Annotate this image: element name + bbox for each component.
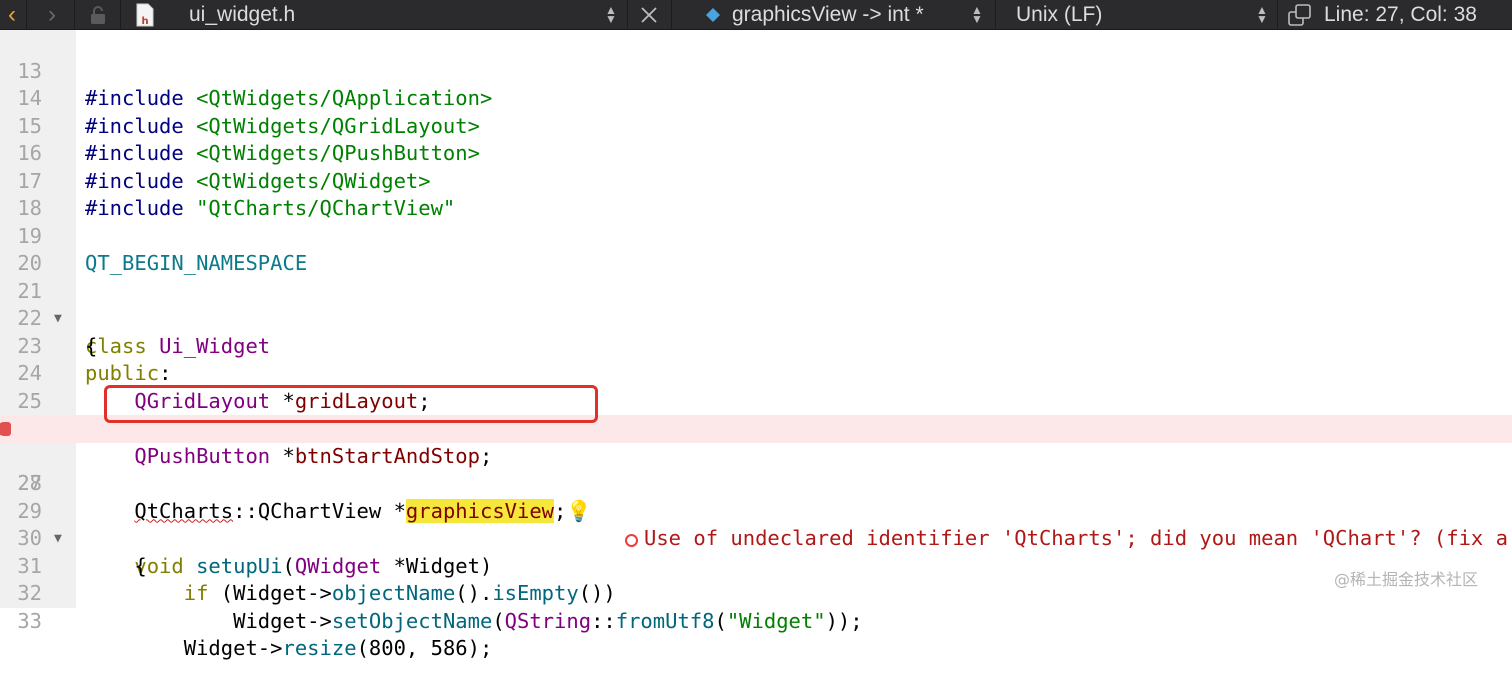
code-line[interactable]: 13 #include <QtWidgets/QApplication> xyxy=(0,30,1512,111)
code-line[interactable]: 18 xyxy=(0,168,1512,220)
code-line[interactable]: 15 #include <QtWidgets/QPushButton> xyxy=(0,85,1512,166)
toolbar-divider xyxy=(26,0,27,30)
code-text: Widget->resize(800, 586); xyxy=(183,636,493,660)
symbol-selector-chevrons-icon[interactable]: ▲ ▼ xyxy=(970,0,984,30)
split-editor-icon[interactable] xyxy=(1287,0,1313,30)
toolbar-divider xyxy=(1277,0,1278,30)
cursor-position[interactable]: Line: 27, Col: 38 xyxy=(1324,0,1477,30)
error-highlight-box xyxy=(104,385,598,423)
code-line[interactable]: 16 #include <QtWidgets/QWidget> xyxy=(0,113,1512,193)
code-line[interactable]: 23 public: xyxy=(0,305,1512,386)
line-endings-selector[interactable]: Unix (LF) xyxy=(1016,0,1102,30)
code-line[interactable]: 20 xyxy=(0,223,1512,275)
code-line[interactable]: 24 QGridLayout *gridLayout; xyxy=(0,333,1512,413)
header-file-icon: h xyxy=(135,0,155,30)
code-text: Widget->setObjectName(QString::fromUtf8(… xyxy=(233,608,863,633)
code-editor[interactable]: 13 #include <QtWidgets/QApplication> 14 … xyxy=(0,30,1512,661)
toolbar-divider xyxy=(671,0,672,30)
symbol-diamond-icon xyxy=(704,0,722,30)
close-document-icon[interactable] xyxy=(638,0,660,30)
code-line[interactable]: 17 #include "QtCharts/QChartView" xyxy=(0,140,1512,221)
svg-text:h: h xyxy=(141,16,148,27)
code-line[interactable]: 29 ▼ void setupUi(QWidget *Widget) xyxy=(0,470,1512,578)
code-line[interactable]: 33 Widget->resize(800, 586); xyxy=(0,580,1512,661)
forward-arrow-icon[interactable]: › xyxy=(42,0,62,30)
code-line[interactable]: 21 ▼ class Ui_Widget xyxy=(0,250,1512,358)
code-line[interactable]: 31 if (Widget->objectName().isEmpty()) xyxy=(0,525,1512,606)
code-line[interactable]: 30 { xyxy=(0,498,1512,578)
toolbar-divider xyxy=(995,0,996,30)
code-line[interactable]: 14 #include <QtWidgets/QGridLayout> xyxy=(0,58,1512,138)
code-line[interactable]: 32 Widget->setObjectName(QString::fromUt… xyxy=(0,553,1512,633)
file-name[interactable]: ui_widget.h xyxy=(189,0,295,30)
lock-icon[interactable] xyxy=(88,0,108,30)
line-number: 33 xyxy=(17,608,42,633)
toolbar-divider xyxy=(120,0,121,30)
code-line[interactable]: 25 QPushButton *btnClear; xyxy=(0,360,1512,441)
code-line[interactable]: 19 QT_BEGIN_NAMESPACE xyxy=(0,195,1512,276)
file-selector-chevrons-icon[interactable]: ▲ ▼ xyxy=(604,0,618,30)
watermark: @稀土掘金技术社区 xyxy=(1334,570,1479,589)
code-line[interactable]: 28 xyxy=(0,443,1512,495)
toolbar-divider xyxy=(627,0,628,30)
symbol-selector[interactable]: graphicsView -> int * xyxy=(732,0,924,30)
line-endings-chevrons-icon[interactable]: ▲ ▼ xyxy=(1255,0,1269,30)
error-marker-icon[interactable] xyxy=(0,422,11,436)
toolbar-divider xyxy=(74,0,75,30)
back-arrow-icon[interactable]: ‹ xyxy=(2,0,22,30)
code-line[interactable]: 22 { xyxy=(0,278,1512,358)
editor-toolbar: ‹ › h ui_widget.h ▲ ▼ graphicsView -> int… xyxy=(0,0,1512,30)
